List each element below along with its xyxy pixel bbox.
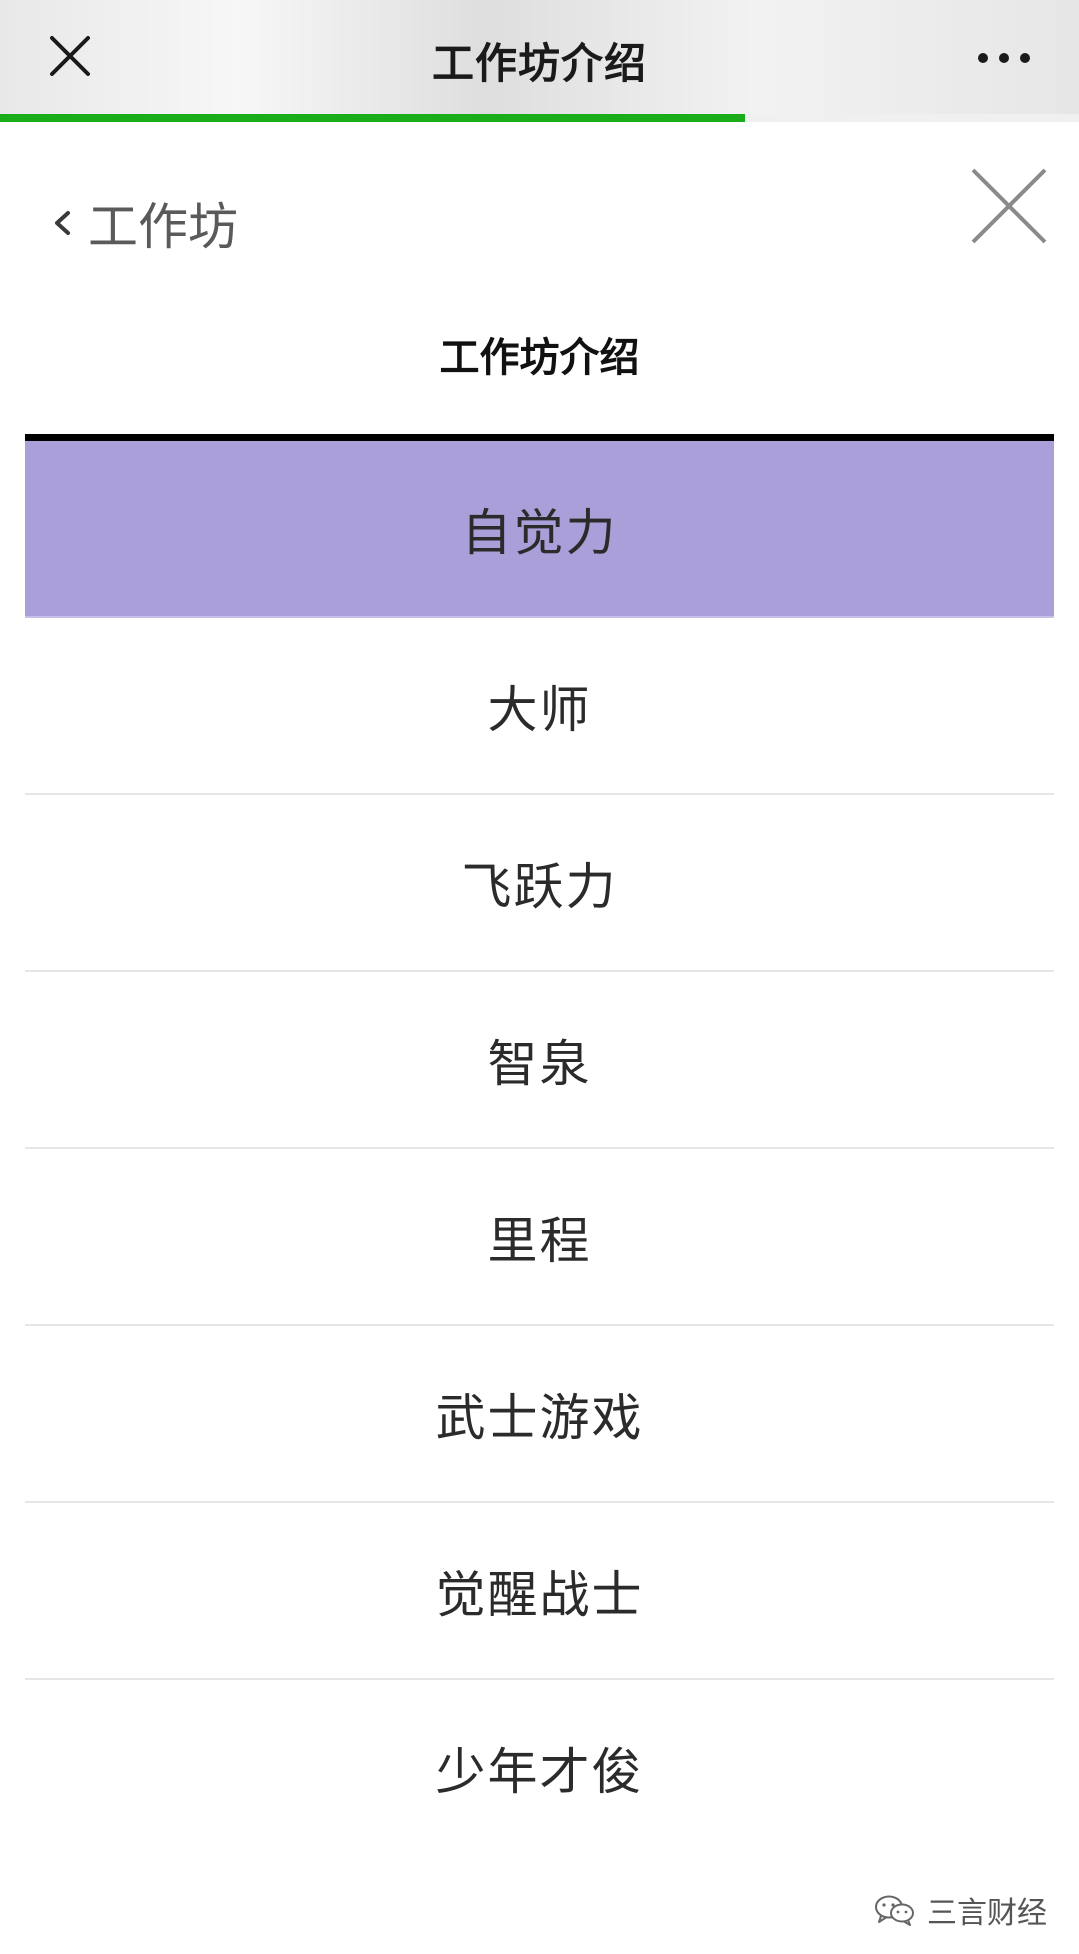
more-dots-icon[interactable] <box>969 30 1039 86</box>
top-navigation-bar: 工作坊介绍 <box>0 0 1079 114</box>
watermark: 三言财经 <box>873 1888 1047 1932</box>
list-item-2[interactable]: 飞跃力 <box>25 795 1054 972</box>
list-item-0[interactable]: 自觉力 <box>25 441 1054 618</box>
back-label: 工作坊 <box>88 198 238 256</box>
workshop-list: 自觉力 大师 飞跃力 智泉 里程 武士游戏 觉醒战士 少年才俊 <box>25 434 1054 1855</box>
back-button[interactable]: 工作坊 <box>50 188 238 258</box>
close-icon[interactable] <box>42 28 98 84</box>
wechat-icon <box>875 1895 914 1926</box>
chevron-left-icon <box>55 211 70 235</box>
list-item-6[interactable]: 觉醒战士 <box>25 1503 1054 1680</box>
list-item-5[interactable]: 武士游戏 <box>25 1326 1054 1503</box>
list-item-7[interactable]: 少年才俊 <box>25 1680 1054 1855</box>
page-load-progress-fill <box>0 114 745 122</box>
list-item-3[interactable]: 智泉 <box>25 972 1054 1149</box>
section-title: 工作坊介绍 <box>439 335 640 381</box>
close-icon[interactable] <box>967 164 1051 248</box>
page-load-progress <box>0 114 1079 122</box>
list-item-1[interactable]: 大师 <box>25 618 1054 795</box>
page-title: 工作坊介绍 <box>431 39 647 88</box>
list-item-4[interactable]: 里程 <box>25 1149 1054 1326</box>
watermark-text: 三言财经 <box>927 1896 1047 1931</box>
